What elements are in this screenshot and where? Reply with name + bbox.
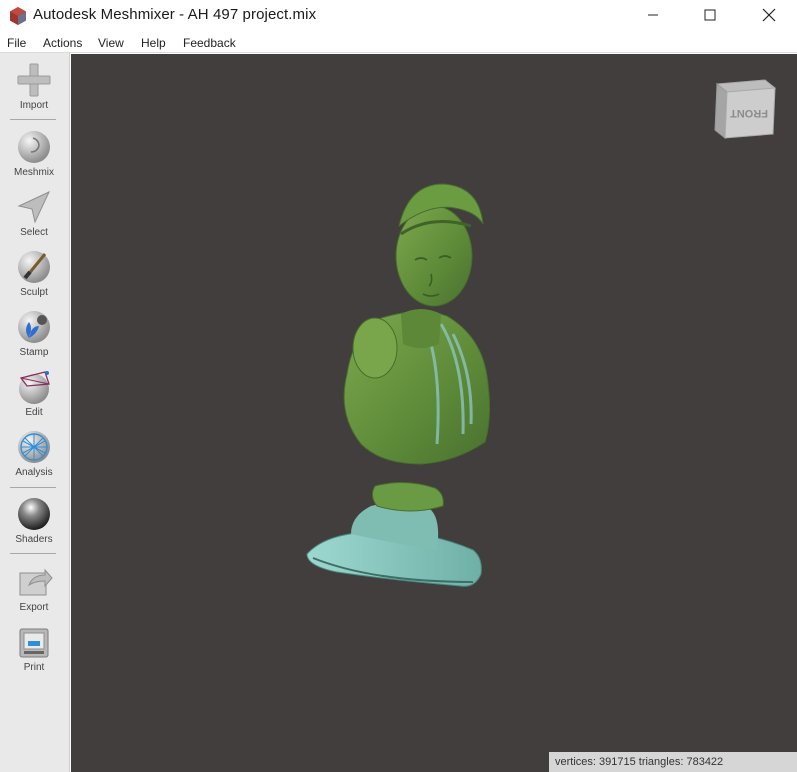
menu-view[interactable]: View [98, 36, 124, 50]
minimize-button[interactable] [630, 0, 676, 30]
tool-sidebar: Import Meshmix Select Sculpt Stamp Edit … [0, 53, 70, 772]
view-cube-face-label: FRONT [730, 107, 768, 119]
3d-viewport[interactable]: FRONT vertices: 391715 triangles: 783422 [71, 54, 797, 772]
tool-label: Select [20, 227, 48, 238]
tool-label: Stamp [19, 347, 49, 358]
export-tool-button[interactable]: Export [0, 563, 70, 621]
export-icon [19, 568, 53, 596]
analysis-tool-button[interactable]: Analysis [0, 428, 70, 486]
menu-feedback[interactable]: Feedback [183, 36, 236, 50]
import-tool-button[interactable]: Import [0, 61, 70, 119]
close-button[interactable] [746, 0, 792, 30]
plus-icon [17, 63, 51, 97]
toolbar-divider [10, 119, 56, 120]
shader-sphere-icon [18, 498, 50, 530]
menu-bar: File Actions View Help Feedback [0, 33, 797, 53]
arrow-icon [17, 190, 51, 224]
shaders-tool-button[interactable]: Shaders [0, 495, 70, 553]
bust-model [306, 183, 491, 587]
tool-label: Print [23, 662, 45, 673]
tool-label: Shaders [15, 534, 53, 545]
menu-actions[interactable]: Actions [43, 36, 82, 50]
minimize-icon [648, 14, 658, 16]
meshmix-tool-button[interactable]: Meshmix [0, 128, 70, 186]
tool-label: Meshmix [13, 167, 54, 178]
analysis-icon [18, 431, 50, 463]
tool-label: Edit [25, 407, 43, 418]
title-bar: Autodesk Meshmixer - AH 497 project.mix [0, 0, 797, 32]
tool-label: Export [19, 602, 49, 613]
meshmixer-logo-icon [10, 7, 26, 25]
print-tool-button[interactable]: Print [0, 623, 70, 681]
edit-icon [19, 371, 50, 404]
select-tool-button[interactable]: Select [0, 188, 70, 246]
stamp-tool-button[interactable]: Stamp [0, 308, 70, 366]
brush-icon [18, 251, 50, 283]
close-icon [762, 8, 776, 22]
tool-label: Sculpt [20, 287, 48, 298]
maximize-icon [704, 9, 716, 21]
maximize-button[interactable] [687, 0, 733, 30]
toolbar-divider [10, 553, 56, 554]
mesh-stats-status: vertices: 391715 triangles: 783422 [549, 752, 797, 772]
edit-tool-button[interactable]: Edit [0, 368, 70, 426]
toolbar-divider [10, 487, 56, 488]
tool-label: Import [19, 100, 49, 111]
sculpt-tool-button[interactable]: Sculpt [0, 248, 70, 306]
stamp-icon [18, 311, 50, 343]
meshmix-icon [18, 131, 50, 163]
window-title: Autodesk Meshmixer - AH 497 project.mix [33, 6, 317, 23]
printer-icon [19, 628, 49, 658]
view-cube[interactable]: FRONT [713, 68, 777, 140]
tool-label: Analysis [15, 467, 53, 478]
menu-file[interactable]: File [7, 36, 26, 50]
menu-help[interactable]: Help [141, 36, 166, 50]
